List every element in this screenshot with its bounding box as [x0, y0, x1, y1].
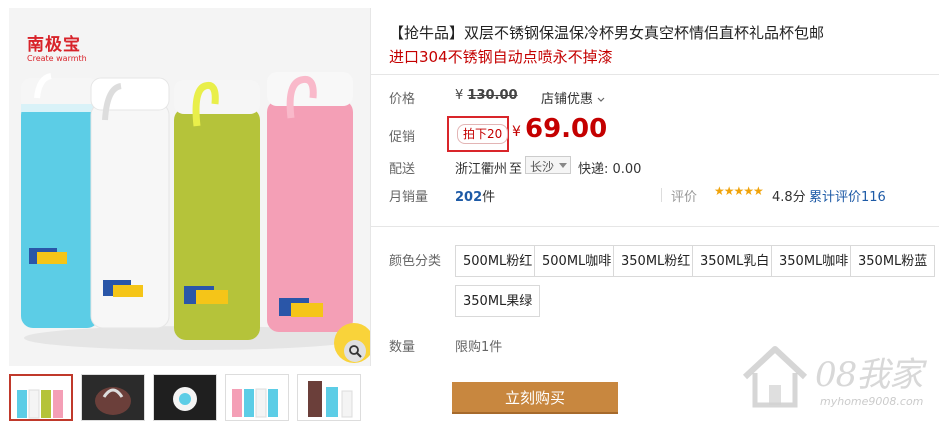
promo-price: 69.00 [525, 114, 608, 144]
brand-name: 南极宝 [27, 35, 81, 55]
shipping-fee: 快递: 0.00 [578, 162, 642, 177]
thumbnail-5[interactable] [297, 374, 361, 421]
star-rating-icon: ★★★★★ [714, 184, 764, 198]
delivery-label: 配送 [389, 162, 416, 177]
watermark-text: 08我家 [815, 355, 923, 395]
caret-down-icon [559, 163, 567, 168]
thumbnail-lineup-image [232, 388, 278, 418]
total-reviews-link[interactable]: 累计评价116 [809, 186, 886, 205]
zoom-button[interactable] [344, 340, 366, 362]
option-500ml-coffee[interactable]: 500ML咖啡 [534, 245, 620, 277]
option-350ml-coffee[interactable]: 350ML咖啡 [771, 245, 857, 277]
divider [371, 226, 939, 227]
rating-score: 4.8分 [772, 190, 806, 205]
price-label: 价格 [389, 92, 416, 107]
promo-label: 促销 [389, 130, 416, 145]
divider [371, 74, 939, 75]
rating-label: 评价 [671, 190, 698, 205]
chevron-down-icon [597, 97, 605, 102]
sales-count: 202 [455, 190, 483, 205]
option-350ml-blue[interactable]: 350ML粉蓝 [850, 245, 936, 277]
monthly-sales: 202件 [455, 186, 495, 205]
promo-currency: ¥ [512, 124, 521, 140]
watermark-url: myhome9008.com [820, 395, 924, 408]
sales-unit: 件 [482, 190, 496, 205]
watermark: 08我家 myhome9008.com [735, 343, 930, 415]
home-watermark-icon [742, 346, 808, 408]
thumbnail-open-lid-image [154, 375, 216, 420]
option-350ml-pink[interactable]: 350ML粉红 [613, 245, 699, 277]
destination-select[interactable]: 长沙 [525, 156, 571, 174]
product-gallery: 南极宝 Create warmth [9, 8, 371, 421]
promo-tag: 拍下20 [457, 124, 509, 144]
original-currency: ¥ [455, 88, 464, 103]
option-500ml-pink[interactable]: 500ML粉红 [455, 245, 541, 277]
quantity-label: 数量 [389, 340, 416, 355]
sales-label: 月销量 [389, 190, 429, 205]
thumbnail-4[interactable] [225, 374, 289, 421]
brand-tagline: Create warmth [27, 54, 87, 63]
original-price: ¥ 130.00 [455, 88, 518, 103]
thumbnail-strip [9, 374, 370, 421]
thumbnail-lid-image [82, 375, 144, 420]
vertical-divider [661, 188, 662, 202]
product-title: 【抢牛品】双层不锈钢保温保冷杯男女真空杯情侣直杯礼品杯包邮 [389, 24, 825, 42]
product-subtitle: 进口304不锈钢自动点喷永不掉漆 [389, 48, 613, 66]
original-price-value: 130.00 [467, 88, 518, 103]
color-label: 颜色分类 [389, 254, 442, 269]
thumbnail-2[interactable] [81, 374, 145, 421]
thumbnail-3[interactable] [153, 374, 217, 421]
shop-discount-label: 店铺优惠 [541, 92, 594, 107]
destination-value: 长沙 [530, 160, 555, 174]
quantity-limit: 限购1件 [455, 340, 503, 355]
option-350ml-green[interactable]: 350ML果绿 [455, 285, 541, 317]
ship-to-word: 至 [509, 162, 523, 177]
thumbnail-1[interactable] [9, 374, 73, 421]
main-product-image[interactable]: 南极宝 Create warmth [9, 8, 371, 366]
ship-from: 浙江衢州 [455, 162, 508, 177]
brand-logo: 南极宝 Create warmth [27, 30, 87, 63]
thumbnail-cups-image [17, 389, 63, 419]
option-350ml-white[interactable]: 350ML乳白 [692, 245, 778, 277]
zoom-icon [349, 345, 362, 358]
shop-discount-dropdown[interactable]: 店铺优惠 [541, 88, 605, 107]
buy-now-button[interactable]: 立刻购买 [452, 382, 618, 414]
thumbnail-detail-image [308, 381, 353, 418]
